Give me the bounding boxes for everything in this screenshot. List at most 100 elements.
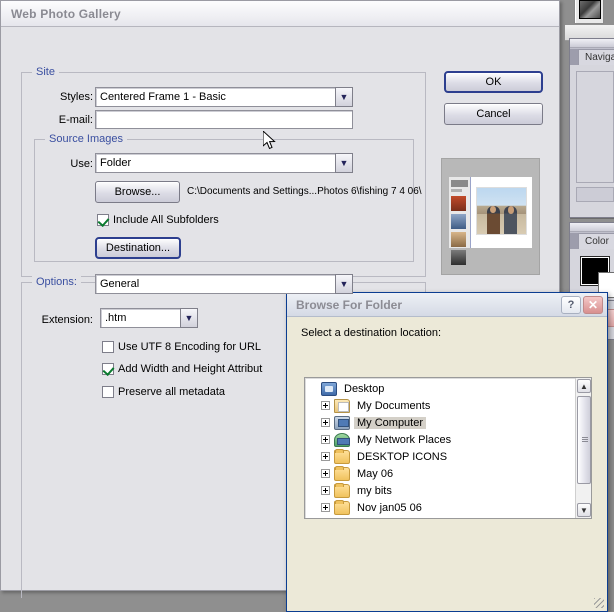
- extension-dropdown[interactable]: .htm ▼: [100, 308, 198, 328]
- navigator-body: [570, 71, 614, 202]
- dialog-title-bar[interactable]: Web Photo Gallery: [1, 1, 559, 27]
- checkbox-box[interactable]: [102, 363, 114, 375]
- tree-item[interactable]: My Network Places: [308, 431, 574, 448]
- folder-icon: [334, 448, 350, 464]
- network-icon: [334, 432, 350, 447]
- palette-tab-lead: [570, 233, 578, 249]
- gallery-preview-thumbnail: [441, 158, 540, 275]
- extension-dropdown-value: .htm: [100, 308, 180, 328]
- expand-toggle-icon[interactable]: [321, 486, 330, 495]
- preserve-metadata-checkbox[interactable]: Preserve all metadata: [102, 386, 225, 398]
- tree-item-label: My Network Places: [357, 433, 452, 446]
- tree-item[interactable]: my bits: [308, 482, 574, 499]
- email-input[interactable]: [95, 110, 353, 129]
- browse-for-folder-dialog: Browse For Folder ? ✕ Select a destinati…: [286, 292, 608, 612]
- tree-item[interactable]: DESKTOP ICONS: [308, 448, 574, 465]
- tree-item-label: Desktop: [344, 382, 385, 395]
- cancel-button[interactable]: Cancel: [444, 103, 543, 125]
- folder-icon: [334, 482, 350, 498]
- tree-item-label: my bits: [357, 484, 392, 497]
- ok-button[interactable]: OK: [444, 71, 543, 93]
- checkbox-box[interactable]: [97, 214, 109, 226]
- screen: Naviga Color Web Photo Gallery OK Cancel…: [0, 0, 614, 612]
- include-all-subfolders-checkbox[interactable]: Include All Subfolders: [97, 214, 219, 226]
- options-dropdown-value: General: [95, 274, 335, 294]
- palette-tab-row: Naviga: [570, 48, 614, 65]
- resize-grip[interactable]: [594, 598, 604, 608]
- tree-item[interactable]: My Computer: [308, 414, 574, 431]
- include-all-subfolders-label: Include All Subfolders: [113, 214, 219, 226]
- expand-toggle-icon[interactable]: [321, 401, 330, 410]
- close-icon[interactable]: ✕: [583, 295, 603, 314]
- chevron-down-icon[interactable]: ▼: [335, 274, 353, 294]
- tree-item-label: My Documents: [357, 399, 431, 412]
- preview-sidebar: [449, 177, 471, 265]
- destination-button[interactable]: Destination...: [95, 237, 181, 259]
- use-dropdown-value: Folder: [95, 153, 335, 173]
- options-legend: Options:: [32, 276, 81, 288]
- bff-title-bar[interactable]: Browse For Folder ? ✕: [287, 293, 607, 317]
- photoshop-tool-icon[interactable]: [574, 0, 604, 24]
- computer-icon: [334, 415, 350, 430]
- styles-label: Styles:: [59, 91, 93, 103]
- folder-tree-rows: Desktop My Documents My Computer My Network…: [305, 378, 574, 518]
- extension-label: Extension:: [41, 314, 93, 326]
- tree-item[interactable]: Desktop: [308, 380, 574, 397]
- add-width-height-label: Add Width and Height Attribut: [118, 363, 263, 375]
- dialog-title: Web Photo Gallery: [11, 6, 121, 21]
- documents-icon: [334, 398, 350, 413]
- help-icon[interactable]: ?: [561, 295, 581, 314]
- preview-main: [471, 177, 532, 248]
- styles-dropdown-value: Centered Frame 1 - Basic: [95, 87, 335, 107]
- use-label: Use:: [70, 158, 93, 170]
- options-dropdown[interactable]: General ▼: [95, 274, 353, 294]
- navigator-palette[interactable]: Naviga: [569, 38, 614, 218]
- scroll-up-icon[interactable]: ▲: [577, 379, 591, 393]
- tab-color[interactable]: Color: [578, 233, 614, 249]
- cancel-button-label: Cancel: [476, 108, 511, 120]
- palette-grip[interactable]: [570, 39, 614, 48]
- chevron-down-icon[interactable]: ▼: [335, 153, 353, 173]
- folder-tree-scrollbar[interactable]: ▲ ▼: [575, 378, 591, 518]
- ok-button-label: OK: [485, 76, 502, 88]
- navigator-zoom-bar[interactable]: [576, 187, 614, 202]
- use-utf8-encoding-checkbox[interactable]: Use UTF 8 Encoding for URL: [102, 341, 261, 353]
- tree-item[interactable]: Nov jan05 06: [308, 499, 574, 516]
- desktop-icon: [321, 381, 337, 396]
- expand-toggle-icon[interactable]: [321, 418, 330, 427]
- tree-item[interactable]: May 06: [308, 465, 574, 482]
- expand-toggle-icon[interactable]: [321, 435, 330, 444]
- browse-button[interactable]: Browse...: [95, 181, 180, 203]
- add-width-height-checkbox[interactable]: Add Width and Height Attribut: [102, 363, 262, 375]
- chevron-down-icon[interactable]: ▼: [180, 308, 198, 328]
- checkbox-box[interactable]: [102, 386, 114, 398]
- checkbox-box[interactable]: [102, 341, 114, 353]
- chevron-down-icon[interactable]: ▼: [335, 87, 353, 107]
- palette-tab-lead: [570, 49, 578, 65]
- expand-toggle-icon[interactable]: [321, 452, 330, 461]
- tree-item[interactable]: My Documents: [308, 397, 574, 414]
- tab-navigator[interactable]: Naviga: [578, 49, 614, 65]
- folder-tree[interactable]: Desktop My Documents My Computer My Network…: [304, 377, 592, 519]
- expand-toggle-icon[interactable]: [321, 503, 330, 512]
- palette-grip[interactable]: [570, 223, 614, 232]
- expand-toggle-icon[interactable]: [321, 469, 330, 478]
- tree-item-label: DESKTOP ICONS: [357, 450, 448, 463]
- source-images-legend: Source Images: [45, 133, 127, 145]
- use-dropdown[interactable]: Folder ▼: [95, 153, 353, 173]
- styles-dropdown[interactable]: Centered Frame 1 - Basic ▼: [95, 87, 353, 107]
- bff-prompt: Select a destination location:: [301, 327, 442, 339]
- email-label: E-mail:: [58, 114, 93, 126]
- palette-tab-row: Color: [570, 232, 614, 249]
- preview-page: [449, 177, 532, 265]
- tree-item-label: May 06: [357, 467, 394, 480]
- source-path-text: C:\Documents and Settings...Photos 6\fis…: [187, 186, 422, 197]
- tree-item-label: My Computer: [354, 416, 427, 429]
- destination-button-label: Destination...: [105, 242, 171, 254]
- scroll-down-icon[interactable]: ▼: [577, 503, 591, 517]
- browse-button-label: Browse...: [114, 186, 161, 198]
- tree-item-label: Nov jan05 06: [357, 501, 422, 514]
- use-utf8-encoding-label: Use UTF 8 Encoding for URL: [118, 341, 262, 353]
- navigator-thumbnail: [576, 71, 614, 183]
- scrollbar-thumb[interactable]: [577, 396, 591, 484]
